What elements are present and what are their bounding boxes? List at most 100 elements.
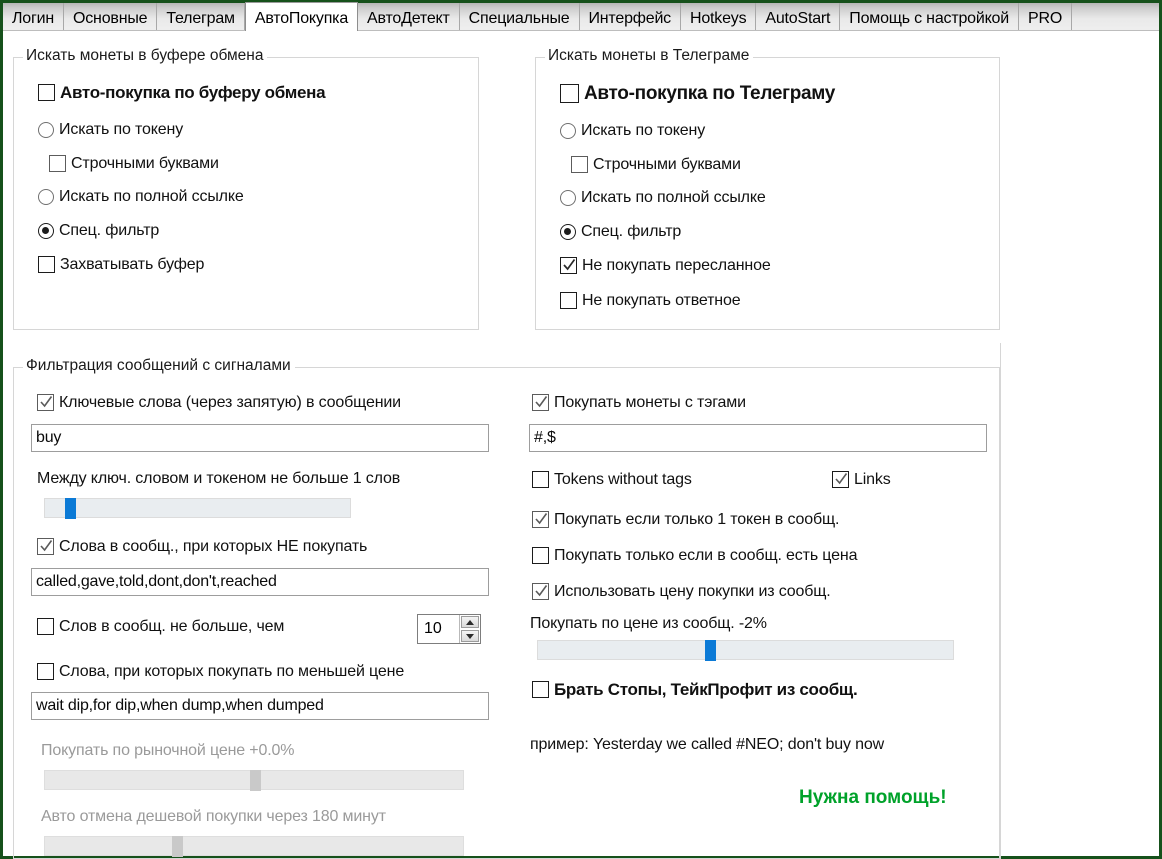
checkbox-box-icon [37,394,54,411]
checkbox-buy-with-tags[interactable]: Покупать монеты с тэгами [532,394,746,411]
checkbox-box-icon [560,257,577,274]
radio-telegram-by-token[interactable]: Искать по токену [560,123,705,139]
checkbox-label: Слова в сообщ., при которых НЕ покупать [59,537,368,555]
radio-label: Спец. фильтр [59,222,160,239]
checkbox-tokens-without-tags[interactable]: Tokens without tags [532,471,692,488]
checkbox-label: Строчными буквами [593,155,741,173]
tab-osnovnye[interactable]: Основные [64,3,158,31]
checkbox-stopwords[interactable]: Слова в сообщ., при которых НЕ покупать [37,538,367,555]
tab-interface[interactable]: Интерфейс [580,3,681,31]
group-clipboard-search: Искать монеты в буфере обмена Авто-покуп… [13,47,479,330]
checkbox-box-icon [532,547,549,564]
checkbox-only-one-token[interactable]: Покупать если только 1 токен в сообщ. [532,511,839,528]
checkbox-cheaper-words[interactable]: Слова, при которых покупать по меньшей ц… [37,663,404,680]
checkbox-only-if-price[interactable]: Покупать только если в сообщ. есть цена [532,547,857,564]
check-mark-icon [40,394,53,411]
tab-pro[interactable]: PRO [1019,3,1073,31]
need-help-link[interactable]: Нужна помощь! [799,787,947,809]
checkbox-use-msg-price[interactable]: Использовать цену покупки из сообщ. [532,583,831,600]
checkbox-clipboard-capture-buffer[interactable]: Захватывать буфер [38,256,204,273]
tab-specialnye[interactable]: Специальные [460,3,580,31]
tab-label: PRO [1028,9,1063,27]
tab-hotkeys[interactable]: Hotkeys [681,3,757,31]
tab-login[interactable]: Логин [3,3,65,31]
tab-telegram[interactable]: Телеграм [157,3,245,31]
checkbox-box-icon [37,538,54,555]
checkbox-box-icon [832,471,849,488]
checkbox-label: Tokens without tags [554,470,692,488]
tab-label: Основные [73,9,148,27]
slider-thumb[interactable] [172,836,183,857]
msg-price-slider[interactable] [537,640,954,661]
tab-avtodetekt[interactable]: АвтоДетект [358,3,460,31]
auto-cancel-label: Авто отмена дешевой покупки через 180 ми… [41,808,386,825]
tab-label: Интерфейс [588,9,672,27]
checkbox-telegram-lowercase[interactable]: Строчными буквами [571,156,741,173]
radio-clipboard-special-filter[interactable]: Спец. фильтр [38,223,159,239]
checkbox-label: Авто-покупка по буферу обмена [60,83,326,102]
stepper-down-button[interactable] [461,630,479,642]
checkbox-telegram-autobuy[interactable]: Авто-покупка по Телеграму [560,84,835,103]
checkbox-label: Слов в сообщ. не больше, чем [59,617,285,635]
radio-clipboard-by-full-link[interactable]: Искать по полной ссылке [38,189,244,205]
checkbox-telegram-no-reply[interactable]: Не покупать ответное [560,292,741,309]
arrow-down-icon [466,633,474,639]
radio-clipboard-by-token[interactable]: Искать по токену [38,122,183,138]
radio-label: Искать по полной ссылке [59,188,244,205]
gap-slider[interactable] [44,498,351,519]
checkbox-box-icon [560,84,579,103]
radio-circle-icon [38,223,54,239]
radio-label: Спец. фильтр [581,223,682,240]
tab-autostart[interactable]: AutoStart [756,3,841,31]
tags-input[interactable]: #,$ [529,424,987,452]
checkbox-label: Не покупать пересланное [582,256,771,274]
checkbox-box-icon [532,471,549,488]
tab-label: Телеграм [166,9,235,27]
checkbox-clipboard-autobuy[interactable]: Авто-покупка по буферу обмена [38,83,326,102]
check-mark-icon [40,538,53,555]
checkbox-label: Строчными буквами [71,154,219,172]
keywords-input[interactable]: buy [31,424,489,452]
auto-cancel-slider[interactable] [44,836,464,857]
radio-telegram-by-full-link[interactable]: Искать по полной ссылке [560,190,766,206]
checkbox-label: Покупать если только 1 токен в сообщ. [554,510,840,528]
tab-label: Логин [12,9,55,27]
checkbox-label: Брать Стопы, ТейкПрофит из сообщ. [554,680,858,699]
slider-thumb[interactable] [705,640,716,661]
checkbox-label: Использовать цену покупки из сообщ. [554,582,831,600]
checkbox-max-words[interactable]: Слов в сообщ. не больше, чем [37,618,284,635]
group-telegram-search: Искать монеты в Телеграме Авто-покупка п… [535,47,1000,330]
radio-circle-icon [560,123,576,139]
check-mark-icon [563,257,576,274]
checkbox-take-stops[interactable]: Брать Стопы, ТейкПрофит из сообщ. [532,680,858,699]
max-words-stepper[interactable]: 10 [417,614,481,644]
checkbox-box-icon [38,84,55,101]
tab-avtopokupka[interactable]: АвтоПокупка [244,2,359,31]
checkbox-clipboard-lowercase[interactable]: Строчными буквами [49,155,219,172]
checkbox-box-icon [38,256,55,273]
tab-label: Помощь с настройкой [849,9,1009,27]
market-price-slider[interactable] [44,770,464,791]
checkbox-telegram-no-forwarded[interactable]: Не покупать пересланное [560,257,771,274]
tab-label: Hotkeys [689,9,747,27]
group-filter-title: Фильтрация сообщений с сигналами [23,357,295,375]
checkbox-box-icon [532,583,549,600]
radio-circle-icon [38,189,54,205]
group-signal-filtering: Фильтрация сообщений с сигналами Ключевы… [13,357,1000,859]
checkbox-label: Авто-покупка по Телеграму [584,83,836,104]
checkbox-box-icon [532,394,549,411]
slider-thumb[interactable] [250,770,261,791]
checkbox-box-icon [37,663,54,680]
checkbox-box-icon [37,618,54,635]
checkbox-label: Не покупать ответное [582,291,741,309]
tab-bar-filler [1072,3,1159,31]
radio-telegram-special-filter[interactable]: Спец. фильтр [560,224,681,240]
stepper-up-button[interactable] [461,616,479,628]
slider-thumb[interactable] [65,498,76,519]
vertical-divider [1000,343,1001,859]
cheaper-words-input[interactable]: wait dip,for dip,when dump,when dumped [31,692,489,720]
checkbox-links[interactable]: Links [832,471,891,488]
checkbox-keywords[interactable]: Ключевые слова (через запятую) в сообщен… [37,394,401,411]
stopwords-input[interactable]: called,gave,told,dont,don't,reached [31,568,489,596]
tab-pomosh-s-nastroykoy[interactable]: Помощь с настройкой [840,3,1019,31]
